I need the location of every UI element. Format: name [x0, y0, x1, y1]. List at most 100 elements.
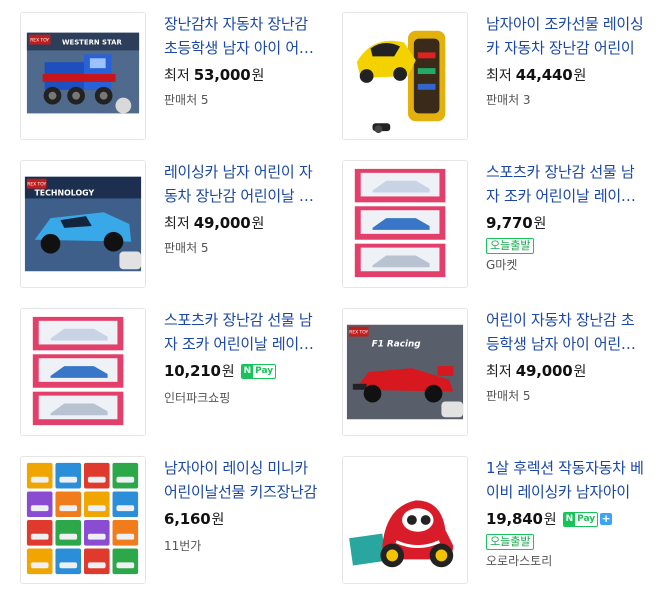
seller-name[interactable]: 인터파크쇼핑: [164, 389, 322, 407]
currency: 원: [533, 216, 547, 232]
product-card[interactable]: REX TOY WESTERN STAR 장난감차 자동차 장난감 초등학생 남…: [0, 0, 322, 140]
truck-toy-image: REX TOY WESTERN STAR: [21, 13, 145, 139]
currency: 원: [251, 216, 265, 232]
product-card[interactable]: REX TOY TECHNOLOGY 레이싱카 남자 어린이 자동차 장난감 어…: [0, 148, 322, 288]
minicar-shape: [30, 533, 49, 540]
minicar-shape: [116, 476, 135, 483]
minicar-card: [26, 491, 53, 518]
product-title-link[interactable]: 스포츠카 장난감 선물 남자 조카 어린이날 레이싱카: [164, 308, 322, 356]
currency: 원: [211, 512, 225, 528]
price-prefix: 최저: [486, 68, 512, 84]
product-card[interactable]: 남자아이 조카선물 레이싱카 자동차 장난감 어린이 최저 44,440 원 판…: [322, 0, 644, 140]
f1-car-box-image: REX TOY F1 Racing: [343, 309, 467, 435]
yellow-car-case-image: [343, 13, 467, 139]
minicar-card: [83, 548, 110, 575]
minicar-shape: [59, 476, 78, 483]
minicar-shape: [87, 476, 106, 483]
price-row: 10,210 원 N Pay: [164, 360, 322, 382]
product-title-link[interactable]: 남자아이 레이싱 미니카 어린이날선물 키즈장난감: [164, 456, 322, 504]
product-card[interactable]: REX TOY F1 Racing 어린이 자동차 장난감 초등학생 남자 아이…: [322, 296, 644, 436]
seller-count[interactable]: 판매처 5: [164, 91, 322, 109]
price-row: 최저 49,000 원: [486, 360, 644, 382]
minicar-card: [26, 548, 53, 575]
minicar-card: [55, 548, 82, 575]
minicar-card: [83, 462, 110, 489]
price: 6,160: [164, 510, 211, 528]
minicar-card: [83, 520, 110, 546]
sports-car-boxes-image: [343, 161, 467, 287]
price: 19,840: [486, 510, 543, 528]
currency: 원: [221, 364, 235, 380]
npay-badge: N Pay: [562, 511, 599, 527]
product-title-link[interactable]: 장난감차 자동차 장난감 초등학생 남자 아이 어린이: [164, 12, 322, 60]
product-thumbnail[interactable]: REX TOY F1 Racing: [342, 308, 468, 436]
minicar-shape: [87, 505, 106, 512]
price-row: 최저 44,440 원: [486, 64, 644, 86]
price: 49,000: [193, 214, 251, 232]
product-title-link[interactable]: 레이싱카 남자 어린이 자동차 장난감 어린이날 선물: [164, 160, 322, 208]
seller-count[interactable]: 판매처 5: [486, 387, 644, 405]
svg-text:F1 Racing: F1 Racing: [372, 339, 422, 349]
svg-text:REX TOY: REX TOY: [30, 38, 49, 44]
minicar-card: [112, 462, 139, 489]
seller-count[interactable]: 판매처 3: [486, 91, 644, 109]
minicar-card: [55, 491, 82, 518]
minicar-shape: [59, 533, 78, 540]
product-thumbnail[interactable]: [342, 12, 468, 140]
price-row: 6,160 원: [164, 508, 322, 530]
product-thumbnail[interactable]: REX TOY TECHNOLOGY: [20, 160, 146, 288]
product-thumbnail[interactable]: [20, 308, 146, 436]
price: 49,000: [515, 362, 573, 380]
price-row: 9,770 원: [486, 212, 644, 234]
baby-racing-car-image: [343, 457, 467, 583]
minicar-shape: [116, 562, 135, 569]
today-shipping-badge: 오늘출발: [486, 534, 535, 550]
currency: 원: [573, 364, 587, 380]
product-title-link[interactable]: 1살 후렉션 작동자동차 베이비 레이싱카 남자아이: [486, 456, 644, 504]
plus-membership-icon: +: [600, 512, 613, 525]
minicar-card: [55, 462, 82, 489]
product-title-link[interactable]: 스포츠카 장난감 선물 남자 조카 어린이날 레이싱카: [486, 160, 644, 208]
product-thumbnail[interactable]: [342, 160, 468, 288]
currency: 원: [573, 68, 587, 84]
seller-count[interactable]: 판매처 5: [164, 239, 322, 257]
product-thumbnail[interactable]: [20, 456, 146, 584]
currency: 원: [543, 512, 557, 528]
price: 9,770: [486, 214, 533, 232]
price-prefix: 최저: [486, 364, 512, 380]
product-card[interactable]: 남자아이 레이싱 미니카 어린이날선물 키즈장난감 6,160 원 11번가: [0, 444, 322, 584]
minicar-collection-image: [21, 457, 145, 583]
product-title-link[interactable]: 어린이 자동차 장난감 초등학생 남자 아이 어린이날: [486, 308, 644, 356]
minicar-shape: [59, 562, 78, 569]
svg-text:REX TOY: REX TOY: [27, 182, 46, 188]
minicar-shape: [30, 562, 49, 569]
minicar-card: [112, 548, 139, 575]
product-thumbnail[interactable]: [342, 456, 468, 584]
seller-name[interactable]: G마켓: [486, 256, 644, 274]
seller-name[interactable]: 11번가: [164, 537, 322, 555]
today-shipping-badge: 오늘출발: [486, 238, 535, 254]
minicar-card: [26, 462, 53, 489]
price: 10,210: [164, 362, 221, 380]
minicar-shape: [116, 505, 135, 512]
minicar-shape: [30, 476, 49, 483]
minicar-shape: [116, 533, 135, 540]
price-prefix: 최저: [164, 68, 190, 84]
npay-badge: N Pay: [240, 363, 277, 379]
minicar-shape: [87, 533, 106, 540]
minicar-card: [112, 491, 139, 518]
price-row: 최저 49,000 원: [164, 212, 322, 234]
price: 44,440: [515, 66, 573, 84]
product-card[interactable]: 스포츠카 장난감 선물 남자 조카 어린이날 레이싱카 10,210 원 N P…: [0, 296, 322, 436]
product-card[interactable]: 1살 후렉션 작동자동차 베이비 레이싱카 남자아이 19,840 원 N Pa…: [322, 444, 644, 584]
minicar-card: [83, 491, 110, 518]
product-card[interactable]: 스포츠카 장난감 선물 남자 조카 어린이날 레이싱카 9,770 원 오늘출발…: [322, 148, 644, 288]
product-thumbnail[interactable]: REX TOY WESTERN STAR: [20, 12, 146, 140]
price: 53,000: [193, 66, 251, 84]
svg-text:REX TOY: REX TOY: [349, 330, 368, 336]
seller-name[interactable]: 오로라스토리: [486, 552, 644, 570]
product-title-link[interactable]: 남자아이 조카선물 레이싱카 자동차 장난감 어린이: [486, 12, 644, 60]
minicar-card: [55, 520, 82, 546]
minicar-card: [26, 520, 53, 546]
minicar-shape: [30, 505, 49, 512]
